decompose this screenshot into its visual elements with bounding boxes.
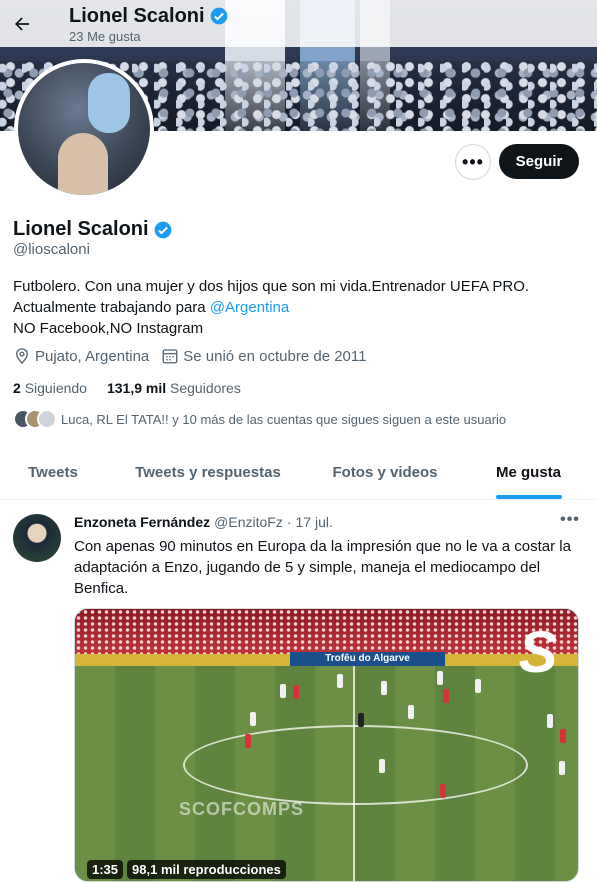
followers-link[interactable]: 131,9 mil Seguidores bbox=[107, 380, 241, 396]
profile-header-bar: Lionel Scaloni 23 Me gusta bbox=[0, 0, 597, 47]
channel-logo: S bbox=[518, 620, 558, 685]
header-likes-count: 23 Me gusta bbox=[69, 28, 141, 44]
bio-line: Futbolero. Con una mujer y dos hijos que… bbox=[13, 278, 530, 295]
profile-stats: 2 Siguiendo 131,9 mil Seguidores bbox=[13, 380, 241, 396]
avatar[interactable] bbox=[13, 514, 61, 562]
video-info-badge: 1:35 98,1 mil reproducciones bbox=[87, 860, 286, 879]
profile-name: Lionel Scaloni bbox=[13, 218, 149, 240]
profile-avatar[interactable] bbox=[14, 59, 154, 199]
bio-mention-link[interactable]: @Argentina bbox=[210, 299, 289, 316]
profile-tabs: Tweets Tweets y respuestas Fotos y video… bbox=[0, 446, 597, 500]
more-options-button[interactable]: ••• bbox=[455, 144, 491, 180]
following-label: Siguiendo bbox=[24, 380, 87, 396]
tab-media[interactable]: Fotos y videos bbox=[310, 446, 460, 499]
tweet-author-handle[interactable]: @EnzitoFz bbox=[214, 514, 283, 530]
tab-label: Tweets y respuestas bbox=[135, 464, 281, 481]
verified-badge-icon bbox=[209, 6, 229, 26]
following-link[interactable]: 2 Siguiendo bbox=[13, 380, 87, 396]
profile-location: Pujato, Argentina bbox=[35, 347, 150, 365]
center-circle bbox=[183, 725, 528, 805]
tweet-date[interactable]: 17 jul. bbox=[296, 514, 333, 530]
profile-joined-date: Se unió en octubre de 2011 bbox=[183, 347, 367, 365]
separator: · bbox=[286, 514, 292, 530]
back-button[interactable] bbox=[0, 2, 44, 46]
verified-badge-icon bbox=[153, 220, 173, 240]
tweet[interactable]: Enzoneta Fernández @EnzitoFz · 17 jul. •… bbox=[0, 501, 597, 882]
tab-tweets[interactable]: Tweets bbox=[0, 446, 106, 499]
tab-label: Tweets bbox=[28, 464, 78, 481]
known-followers[interactable]: Luca, RL El TATA!! y 10 más de las cuent… bbox=[13, 409, 506, 429]
tweet-more-button[interactable]: ••• bbox=[555, 511, 585, 531]
follow-button[interactable]: Seguir bbox=[499, 144, 579, 179]
ad-board-text: Trofêu do Algarve bbox=[290, 652, 445, 666]
followers-count: 131,9 mil bbox=[106, 380, 167, 396]
tab-tweets-replies[interactable]: Tweets y respuestas bbox=[106, 446, 310, 499]
stadium-stands bbox=[75, 609, 578, 657]
bio-line: NO Facebook,NO Instagram bbox=[13, 320, 204, 337]
tweet-text: Con apenas 90 minutos en Europa da la im… bbox=[74, 538, 571, 597]
avatar bbox=[37, 409, 57, 429]
tab-label: Me gusta bbox=[495, 464, 561, 481]
profile-handle: @lioscaloni bbox=[13, 241, 90, 258]
active-tab-indicator bbox=[495, 495, 562, 499]
video-duration: 1:35 bbox=[87, 860, 124, 879]
video-views: 98,1 mil reproducciones bbox=[127, 860, 286, 879]
following-count: 2 bbox=[13, 380, 21, 396]
ad-boards: Trofêu do Algarve bbox=[75, 652, 578, 666]
video-watermark: SCOFCOMPS bbox=[179, 799, 305, 819]
tweet-header: Enzoneta Fernández @EnzitoFz · 17 jul. bbox=[74, 514, 333, 530]
followers-label: Seguidores bbox=[170, 380, 241, 396]
known-followers-text: Luca, RL El TATA!! y 10 más de las cuent… bbox=[61, 411, 507, 427]
profile-bio: Futbolero. Con una mujer y dos hijos que… bbox=[13, 276, 573, 339]
tab-likes[interactable]: Me gusta bbox=[460, 446, 597, 499]
bio-line: Actualmente trabajando para bbox=[13, 299, 210, 316]
arrow-left-icon bbox=[15, 16, 30, 31]
location-pin-icon bbox=[16, 348, 28, 365]
header-name: Lionel Scaloni bbox=[69, 4, 205, 27]
known-followers-avatars bbox=[13, 409, 57, 429]
tab-label: Fotos y videos bbox=[332, 464, 438, 481]
tweet-author-name[interactable]: Enzoneta Fernández bbox=[74, 514, 210, 530]
tweet-video[interactable]: Trofêu do Algarve S SCOFCOMPS 1:35 98,1 … bbox=[74, 608, 579, 882]
profile-meta: Pujato, Argentina Se unió en octubre de … bbox=[13, 347, 378, 365]
calendar-icon bbox=[162, 349, 178, 364]
